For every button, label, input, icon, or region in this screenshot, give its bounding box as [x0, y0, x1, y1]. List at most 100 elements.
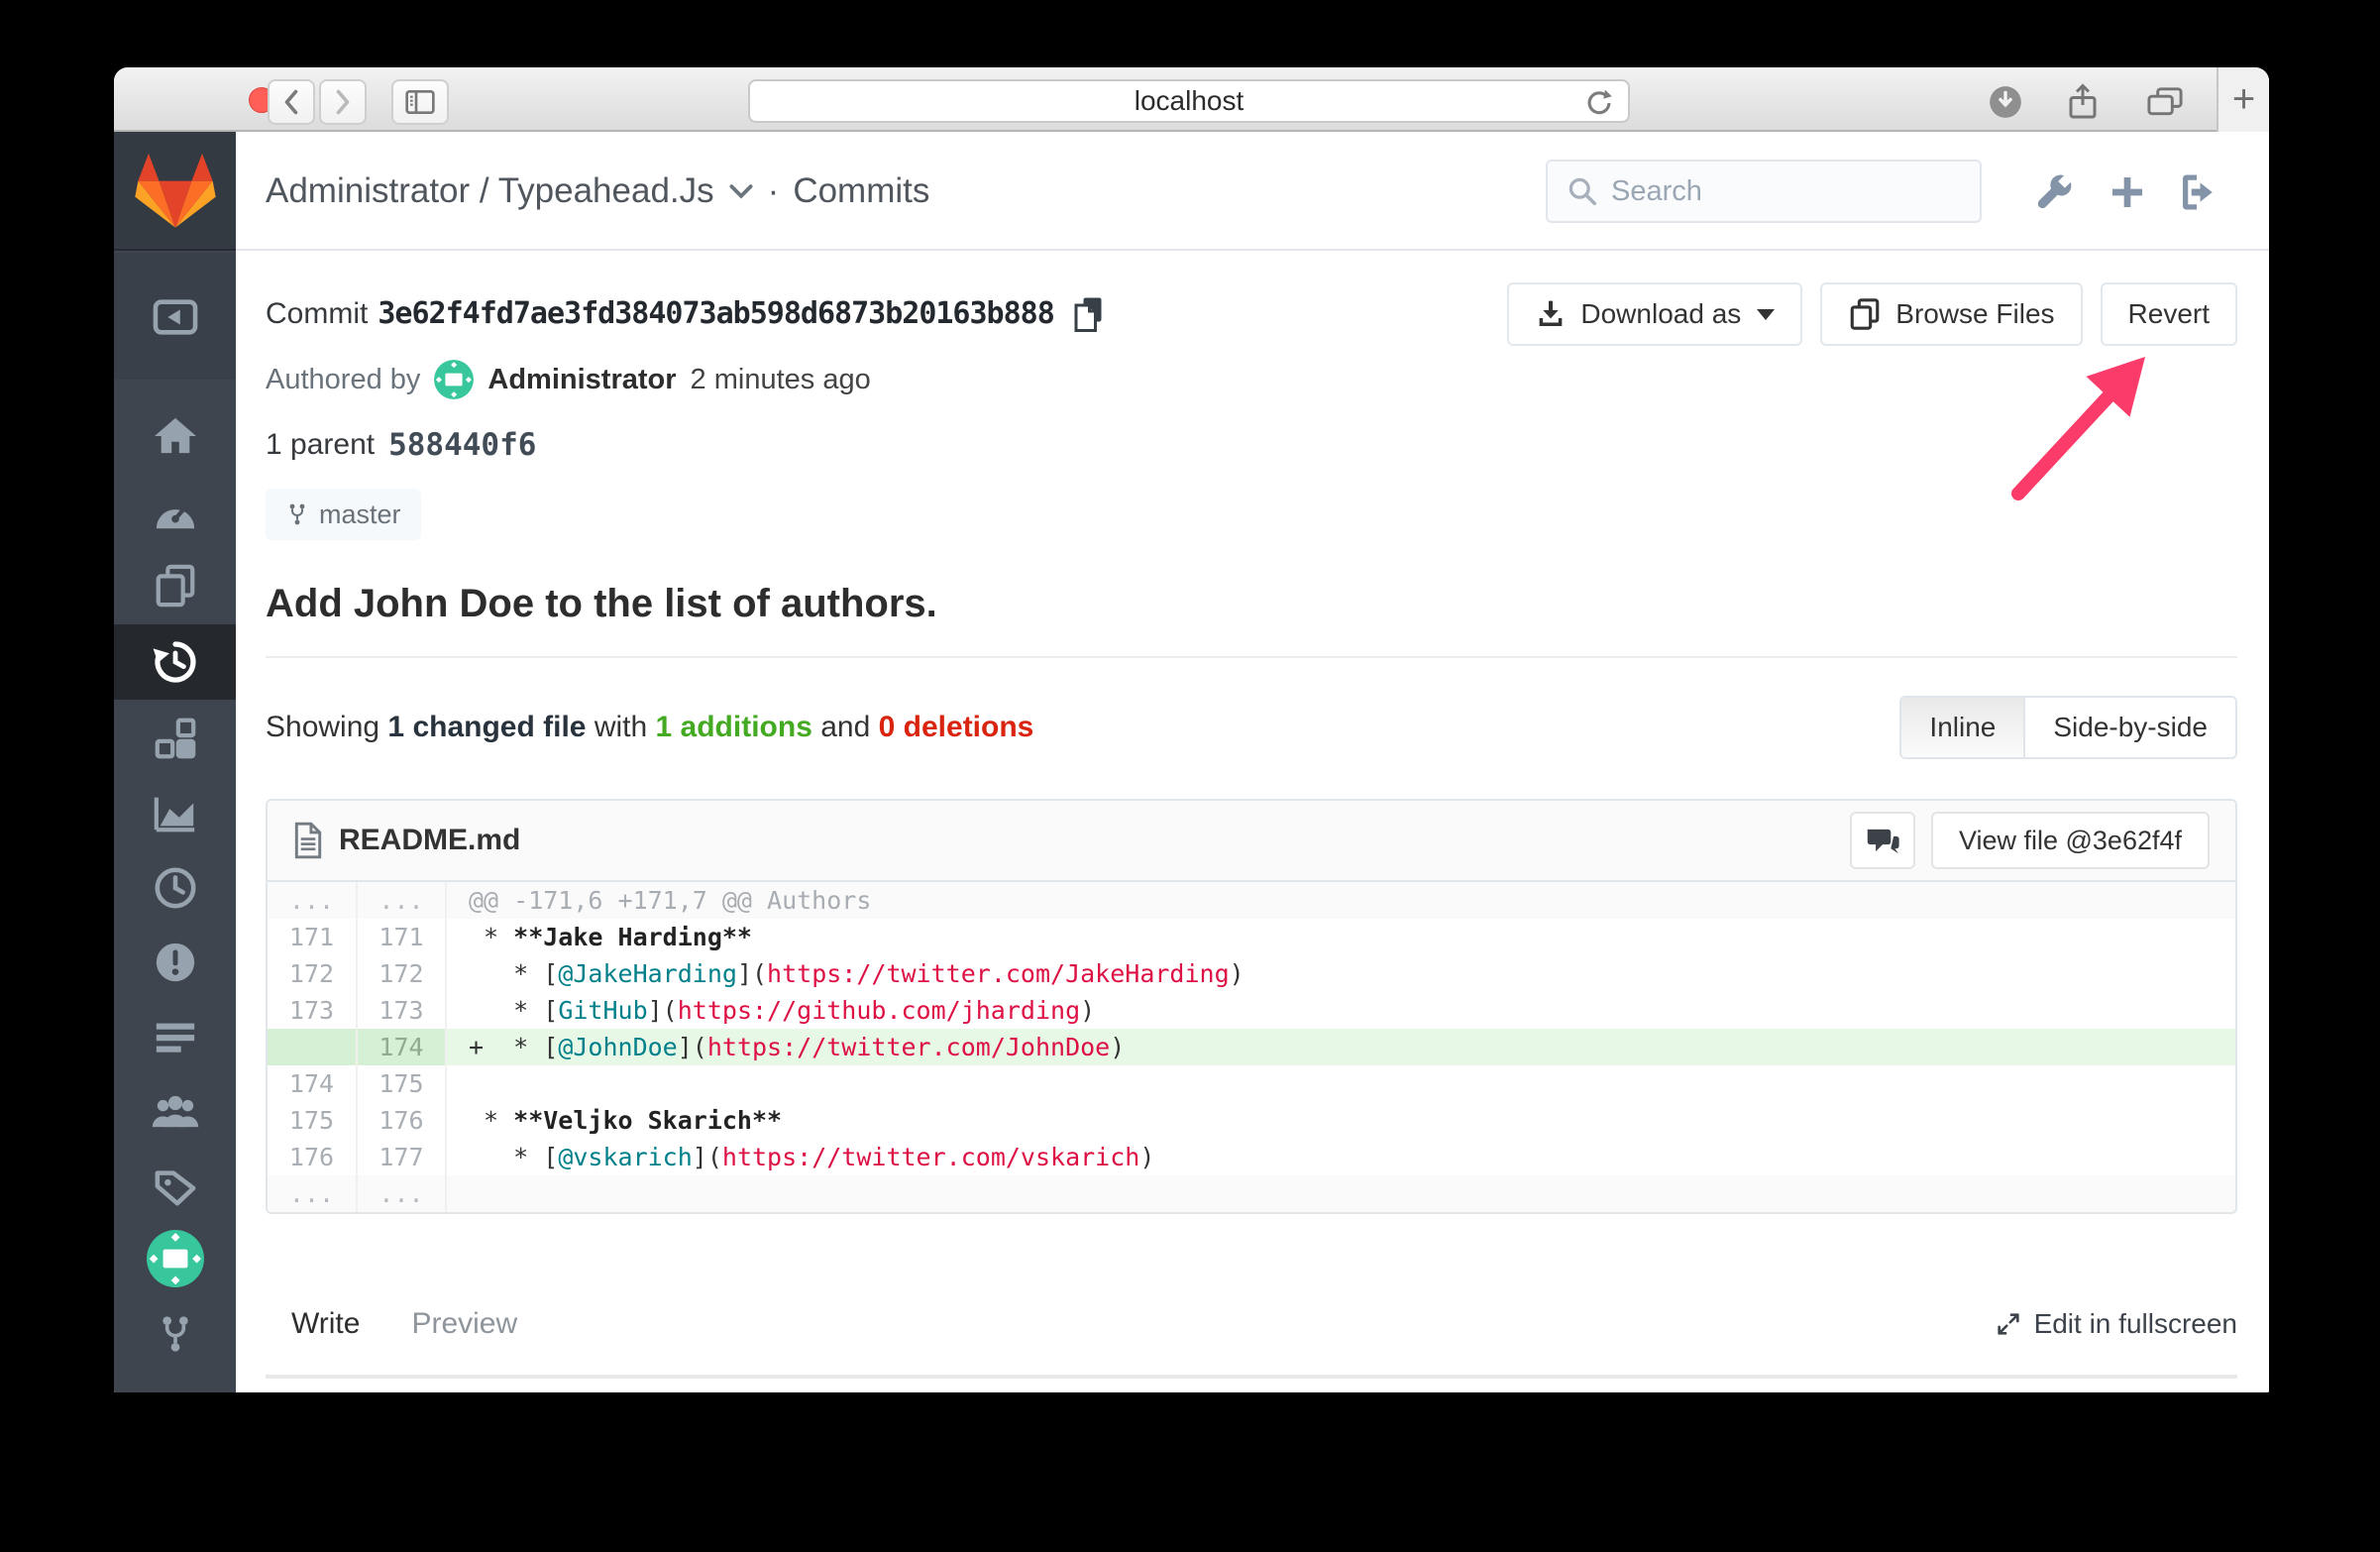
- diff-row: 176 177 * [@vskarich](https://twitter.com…: [268, 1139, 2235, 1175]
- commit-label: Commit: [266, 297, 369, 330]
- old-line-number: 171: [268, 919, 358, 955]
- show-tabs-button[interactable]: [2141, 79, 2189, 125]
- new-line-number: 171: [357, 919, 447, 955]
- gitlab-logo-block[interactable]: [114, 132, 236, 251]
- sidebar-item-members[interactable]: [114, 1073, 236, 1149]
- divider: [266, 656, 2237, 658]
- branch-badge[interactable]: master: [266, 489, 421, 540]
- diff-code-line: @@ -171,6 +171,7 @@ Authors: [446, 882, 2235, 919]
- comment-button[interactable]: [1849, 812, 1915, 869]
- new-line-number: ...: [357, 882, 447, 919]
- activity-gauge-icon: [156, 500, 194, 529]
- editor-tabs: Write Preview Edit in fullscreen: [266, 1301, 2237, 1379]
- files-icon: [156, 564, 194, 608]
- diff-code-line: * [@vskarich](https://twitter.com/vskari…: [469, 1143, 1155, 1171]
- sidebar-item-network[interactable]: [114, 701, 236, 776]
- download-as-label: Download as: [1580, 298, 1742, 329]
- search-input[interactable]: [1611, 174, 1928, 208]
- sidebar-item-activity[interactable]: [114, 474, 236, 549]
- sign-out-icon: [2183, 174, 2213, 210]
- chevron-down-icon[interactable]: [728, 183, 754, 199]
- new-tab-button[interactable]: +: [2217, 67, 2269, 132]
- revert-label: Revert: [2127, 298, 2210, 329]
- edit-fullscreen-button[interactable]: Edit in fullscreen: [1995, 1308, 2237, 1340]
- old-line-number: 173: [268, 992, 358, 1029]
- copy-icon: [1074, 297, 1102, 332]
- sidebar-item-graphs[interactable]: [114, 775, 236, 850]
- sidebar-item-collapse[interactable]: [114, 279, 236, 355]
- share-button[interactable]: [2059, 79, 2107, 125]
- sidebar-item-issues[interactable]: [114, 925, 236, 1000]
- author-name[interactable]: Administrator: [487, 364, 676, 396]
- sign-out-button[interactable]: [2174, 169, 2219, 215]
- commit-sha: 3e62f4fd7ae3fd384073ab598d6873b20163b888: [378, 296, 1054, 331]
- collapse-icon: [153, 299, 197, 335]
- old-line-number: ...: [268, 882, 358, 919]
- url-text: localhost: [1134, 85, 1244, 116]
- authored-by-label: Authored by: [266, 363, 421, 395]
- diff-file-name[interactable]: README.md: [339, 824, 520, 857]
- sidebar-item-fork[interactable]: [114, 1296, 236, 1372]
- new-project-button[interactable]: [2105, 169, 2150, 215]
- old-line-number: 175: [268, 1102, 358, 1139]
- tab-write[interactable]: Write: [266, 1301, 385, 1347]
- changes-summary: Showing 1 changed file with 1 additions …: [266, 711, 1033, 744]
- section-title: Commits: [793, 171, 930, 210]
- summary-with: with: [594, 711, 648, 743]
- share-icon: [2069, 83, 2097, 119]
- url-field[interactable]: localhost: [748, 79, 1630, 123]
- diff-view-toggle: Inline Side-by-side: [1899, 696, 2237, 759]
- diff-file: README.md View file @3e62f4f ... ... @@ …: [266, 799, 2237, 1214]
- branch-icon: [289, 503, 305, 525]
- browse-files-button[interactable]: Browse Files: [1820, 282, 2083, 346]
- new-tab-icon: +: [2231, 77, 2256, 121]
- page-header: Administrator / Typeahead.Js · Commits: [236, 132, 2269, 251]
- sidebar-item-merge-requests[interactable]: [114, 999, 236, 1074]
- copy-sha-button[interactable]: [1070, 294, 1106, 334]
- new-line-number: 175: [357, 1065, 447, 1102]
- parents-label: 1 parent: [266, 428, 376, 461]
- new-line-number: 177: [357, 1139, 447, 1175]
- view-file-button[interactable]: View file @3e62f4f: [1930, 812, 2210, 869]
- sidebar-toggle-button[interactable]: [391, 79, 449, 125]
- sidebar-user-avatar[interactable]: [114, 1221, 236, 1296]
- search-box[interactable]: [1546, 160, 1982, 223]
- revert-button[interactable]: Revert: [2100, 282, 2237, 346]
- diff-code-line: * [GitHub](https://github.com/jharding): [469, 996, 1096, 1025]
- sidebar-item-commits[interactable]: [114, 624, 236, 700]
- inline-toggle-button[interactable]: Inline: [1901, 698, 2024, 757]
- new-line-number: 172: [357, 955, 447, 992]
- edit-fullscreen-label: Edit in fullscreen: [2033, 1308, 2237, 1339]
- main-area: Administrator / Typeahead.Js · Commits S…: [236, 132, 2269, 1390]
- side-by-side-label: Side-by-side: [2053, 712, 2208, 742]
- write-tab-label: Write: [291, 1307, 361, 1340]
- downloads-button[interactable]: [1982, 79, 2029, 125]
- reload-icon: [1587, 89, 1612, 115]
- branch-name: master: [319, 499, 401, 529]
- home-icon: [154, 417, 196, 454]
- sidebar-item-builds[interactable]: [114, 850, 236, 926]
- parent-sha-link[interactable]: 588440f6: [388, 427, 536, 463]
- caret-down-icon: [1757, 308, 1776, 320]
- back-button[interactable]: [268, 79, 315, 125]
- project-path-link[interactable]: Administrator / Typeahead.Js: [266, 171, 714, 211]
- commit-page-content: Commit 3e62f4fd7ae3fd384073ab598d6873b20…: [236, 282, 2269, 1379]
- breadcrumb: Administrator / Typeahead.Js · Commits: [266, 132, 929, 251]
- side-by-side-toggle-button[interactable]: Side-by-side: [2023, 698, 2235, 757]
- summary-additions: 1 additions: [655, 711, 812, 743]
- forward-button[interactable]: [319, 79, 367, 125]
- summary-and: and: [820, 711, 871, 743]
- fullscreen-expand-icon: [1997, 1313, 2019, 1335]
- diff-row: ......: [268, 1175, 2235, 1212]
- reload-button[interactable]: [1582, 86, 1616, 127]
- download-as-button[interactable]: Download as: [1507, 282, 1803, 346]
- download-icon: [1540, 300, 1563, 326]
- downloads-icon: [1990, 86, 2021, 118]
- sidebar-item-labels[interactable]: [114, 1149, 236, 1224]
- admin-wrench-button[interactable]: [2031, 169, 2077, 215]
- sidebar-item-files[interactable]: [114, 548, 236, 623]
- old-line-number: 174: [268, 1065, 358, 1102]
- sidebar-item-home[interactable]: [114, 398, 236, 474]
- tab-preview[interactable]: Preview: [385, 1301, 543, 1347]
- commit-message: Add John Doe to the list of authors.: [266, 582, 937, 625]
